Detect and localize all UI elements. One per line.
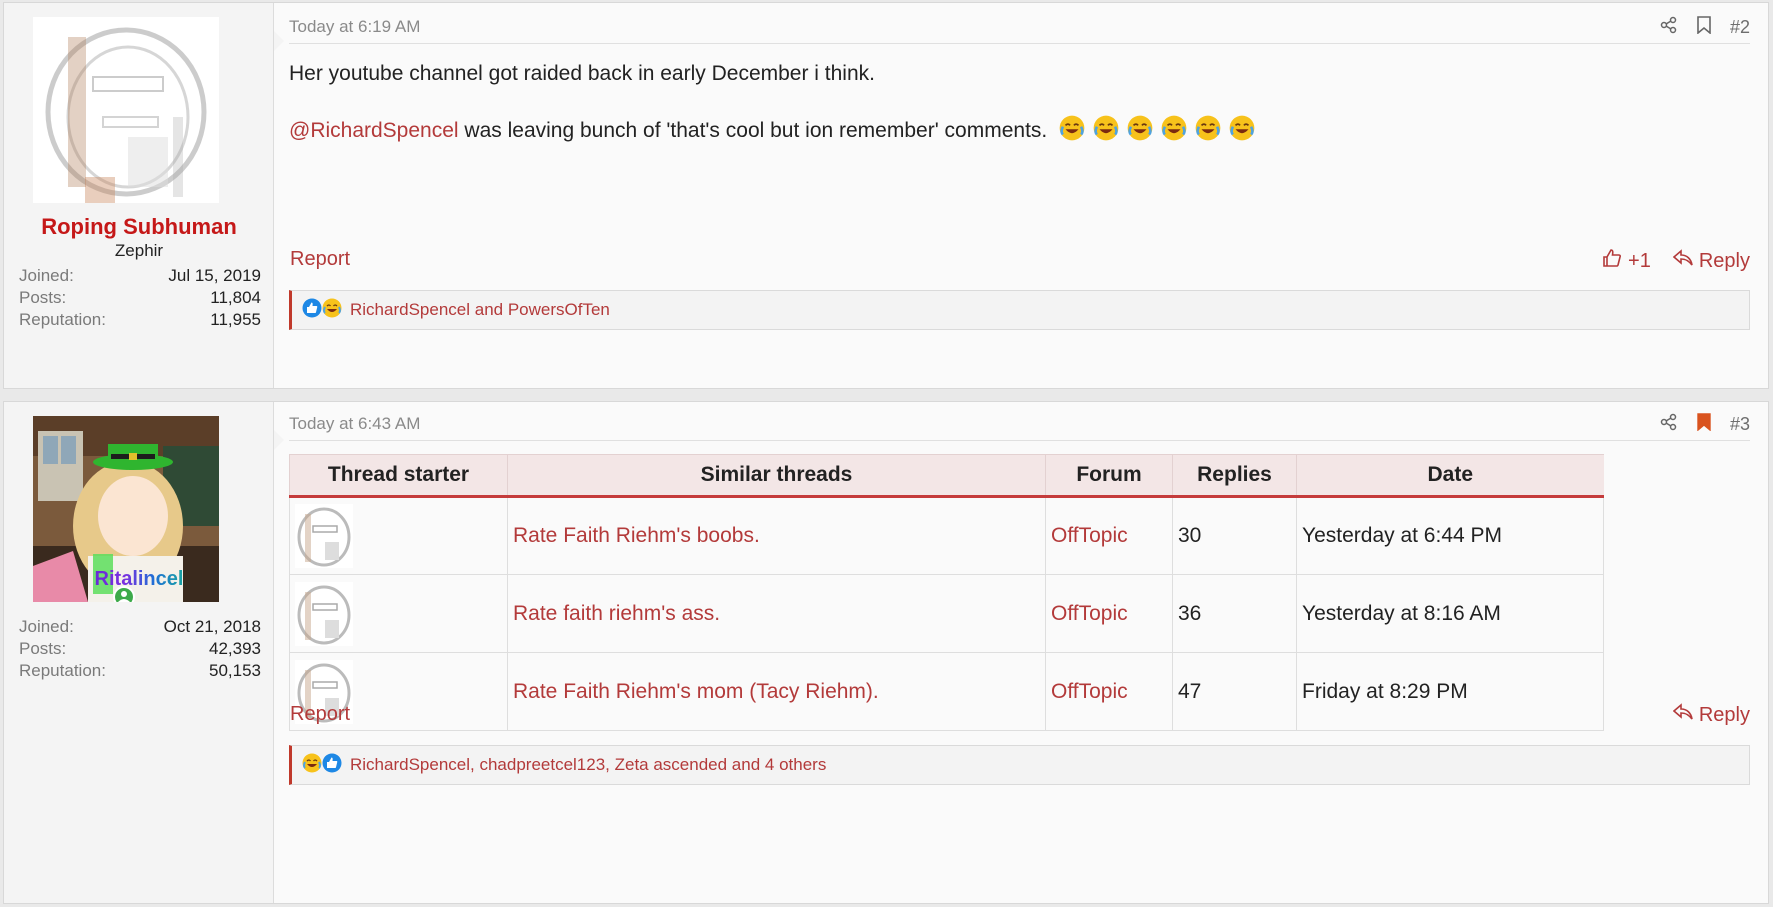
- similar-threads-table: Thread starter Similar threads Forum Rep…: [289, 454, 1604, 731]
- reaction-users[interactable]: RichardSpencel, chadpreetcel123, Zeta as…: [350, 755, 826, 775]
- table-row: Rate Faith Riehm's boobs. OffTopic 30 Yeste…: [289, 496, 1604, 575]
- post-number[interactable]: #3: [1730, 414, 1750, 435]
- post-body: Today at 6:43 AM #3 Thread starter Simil…: [274, 402, 1768, 903]
- joy-emoji: [1127, 115, 1153, 147]
- reply-icon: [1672, 249, 1693, 273]
- column-header: Date: [1296, 454, 1604, 498]
- date-cell: Friday at 8:29 PM: [1296, 652, 1604, 731]
- column-header: Forum: [1045, 454, 1173, 498]
- replies-cell: 36: [1172, 574, 1297, 653]
- like-reaction-icon: [302, 298, 322, 323]
- report-link[interactable]: Report: [290, 703, 350, 726]
- stat-reputation: Reputation: 50,153: [19, 661, 261, 681]
- joy-emoji: [1195, 115, 1221, 147]
- bookmark-icon[interactable]: [1696, 15, 1712, 39]
- message-line-1: Her youtube channel got raided back in e…: [289, 62, 875, 85]
- reaction-icons: [302, 298, 342, 323]
- post-actions: Reply: [1672, 703, 1750, 727]
- user-title: Zephir: [114, 241, 164, 260]
- post-time[interactable]: Today at 6:43 AM: [289, 414, 420, 434]
- stat-value: Oct 21, 2018: [163, 617, 261, 636]
- joy-emoji: [1161, 115, 1187, 147]
- thread-starter-cell[interactable]: [289, 496, 508, 575]
- stat-value: Jul 15, 2019: [168, 266, 261, 285]
- stat-label: Posts:: [19, 288, 67, 307]
- joy-reaction-icon: [322, 298, 342, 323]
- date-cell: Yesterday at 6:44 PM: [1296, 496, 1604, 575]
- replies-cell: 30: [1172, 496, 1297, 575]
- thread-title-link[interactable]: Rate Faith Riehm's mom (Tacy Riehm).: [507, 652, 1046, 731]
- share-icon[interactable]: [1660, 16, 1678, 39]
- table-header-row: Thread starter Similar threads Forum Rep…: [289, 454, 1604, 498]
- date-cell: Yesterday at 8:16 AM: [1296, 574, 1604, 653]
- thread-title-link[interactable]: Rate Faith Riehm's boobs.: [507, 496, 1046, 575]
- username-text: Ritalincel: [94, 568, 184, 590]
- reactions-bar[interactable]: RichardSpencel and PowersOfTen: [289, 290, 1750, 330]
- stat-reputation: Reputation: 11,955: [19, 310, 261, 330]
- post-meta: Today at 6:19 AM #2: [289, 11, 1750, 44]
- starter-avatar[interactable]: [295, 504, 502, 568]
- emoji-row: [1059, 115, 1255, 147]
- forum-link[interactable]: OffTopic: [1045, 652, 1173, 731]
- column-header: Thread starter: [289, 454, 508, 498]
- like-reaction-icon: [322, 753, 342, 778]
- post-number[interactable]: #2: [1730, 17, 1750, 38]
- table-row: Rate Faith Riehm's mom (Tacy Riehm). OffT…: [289, 652, 1604, 731]
- user-mention[interactable]: @RichardSpencel: [289, 119, 459, 142]
- reply-icon: [1672, 703, 1693, 727]
- reply-button[interactable]: Reply: [1672, 703, 1750, 727]
- stat-value: 50,153: [209, 661, 261, 680]
- bookmark-icon[interactable]: [1696, 412, 1712, 436]
- user-info: Roping Subhuman Zephir Joined: Jul 15, 2…: [4, 3, 284, 388]
- user-info: Ritalincel Joined: Oct 21, 2018 Posts: 4…: [4, 402, 284, 903]
- post-body: Today at 6:19 AM #2 Her youtube channel …: [274, 3, 1768, 388]
- stat-label: Reputation:: [19, 310, 106, 329]
- forum-link[interactable]: OffTopic: [1045, 496, 1173, 575]
- avatar[interactable]: [33, 17, 219, 203]
- post-3: Ritalincel Joined: Oct 21, 2018 Posts: 4…: [3, 401, 1769, 904]
- thumbs-up-icon: [1602, 248, 1622, 274]
- stat-value: 11,955: [210, 310, 261, 329]
- reaction-icons: [302, 753, 342, 778]
- username[interactable]: Ritalincel: [4, 565, 274, 591]
- stat-label: Joined:: [19, 617, 74, 636]
- like-count: +1: [1628, 249, 1651, 272]
- share-icon[interactable]: [1660, 413, 1678, 436]
- joy-reaction-icon: [302, 753, 322, 778]
- stat-label: Posts:: [19, 639, 67, 658]
- reply-label: Reply: [1698, 249, 1750, 272]
- starter-avatar[interactable]: [295, 581, 502, 646]
- message-line-2: @RichardSpencel was leaving bunch of 'th…: [289, 115, 1255, 147]
- reply-label: Reply: [1698, 703, 1750, 726]
- table-row: Rate faith riehm's ass. OffTopic 36 Yesterd…: [289, 574, 1604, 653]
- message-text: was leaving bunch of 'that's cool but io…: [464, 119, 1048, 142]
- report-link[interactable]: Report: [290, 248, 350, 271]
- stat-value: 42,393: [209, 639, 261, 658]
- thread-title-link[interactable]: Rate faith riehm's ass.: [507, 574, 1046, 653]
- stat-value: 11,804: [210, 288, 261, 307]
- joy-emoji: [1093, 115, 1119, 147]
- column-header: Replies: [1172, 454, 1297, 498]
- stat-posts: Posts: 11,804: [19, 288, 261, 308]
- stat-label: Reputation:: [19, 661, 106, 680]
- column-header: Similar threads: [507, 454, 1046, 498]
- post-meta: Today at 6:43 AM #3: [289, 408, 1750, 441]
- post-actions: +1 Reply: [1602, 248, 1750, 274]
- forum-link[interactable]: OffTopic: [1045, 574, 1173, 653]
- like-button[interactable]: +1: [1602, 248, 1651, 274]
- post-time[interactable]: Today at 6:19 AM: [289, 17, 420, 37]
- post-2: Roping Subhuman Zephir Joined: Jul 15, 2…: [3, 2, 1769, 389]
- stat-joined: Joined: Oct 21, 2018: [19, 617, 261, 637]
- stat-joined: Joined: Jul 15, 2019: [19, 266, 261, 286]
- username[interactable]: Roping Subhuman: [4, 214, 274, 240]
- thread-starter-cell[interactable]: [289, 574, 508, 653]
- joy-emoji: [1059, 115, 1085, 147]
- reply-button[interactable]: Reply: [1672, 249, 1750, 273]
- stat-label: Joined:: [19, 266, 74, 285]
- reactions-bar[interactable]: RichardSpencel, chadpreetcel123, Zeta as…: [289, 745, 1750, 785]
- replies-cell: 47: [1172, 652, 1297, 731]
- joy-emoji: [1229, 115, 1255, 147]
- reaction-users[interactable]: RichardSpencel and PowersOfTen: [350, 300, 610, 320]
- stat-posts: Posts: 42,393: [19, 639, 261, 659]
